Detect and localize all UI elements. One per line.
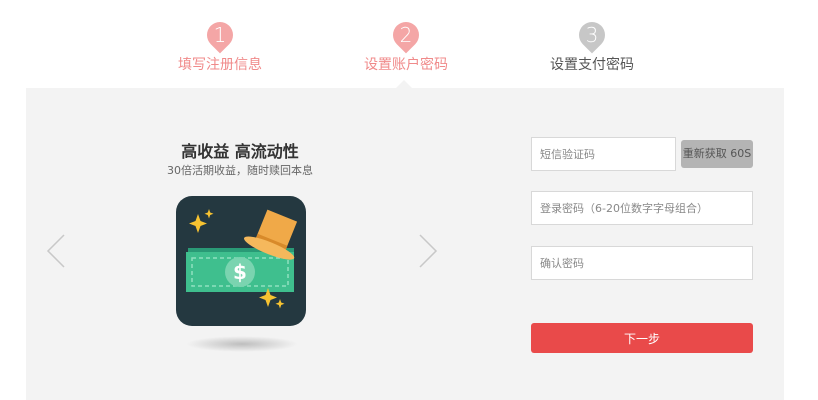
step-3: 3 设置支付密码 <box>502 16 682 74</box>
login-password-input[interactable] <box>531 191 753 225</box>
step-1-number: 1 <box>213 23 227 47</box>
step-1-marker-icon: 1 <box>201 16 239 56</box>
step-2-number: 2 <box>399 23 413 47</box>
money-hat-icon: $ <box>176 196 306 326</box>
next-step-button[interactable]: 下一步 <box>531 323 753 353</box>
resend-code-button[interactable]: 重新获取 60S <box>681 140 753 168</box>
step-3-label: 设置支付密码 <box>550 57 634 73</box>
chevron-left-icon[interactable] <box>46 234 66 268</box>
sms-code-input[interactable] <box>531 137 676 171</box>
confirm-password-input[interactable] <box>531 246 753 280</box>
promo-title: 高收益 高流动性 <box>181 142 299 161</box>
step-2-marker-icon: 2 <box>387 16 425 56</box>
svg-text:$: $ <box>233 260 247 284</box>
step-1-label: 填写注册信息 <box>178 57 262 73</box>
step-3-number: 3 <box>585 23 599 47</box>
chevron-right-icon[interactable] <box>418 234 438 268</box>
icon-shadow <box>186 336 298 352</box>
promo-subtitle: 30倍活期收益，随时赎回本息 <box>167 164 313 177</box>
step-2: 2 设置账户密码 <box>316 16 496 74</box>
step-2-label: 设置账户密码 <box>364 57 448 73</box>
form-panel <box>26 88 784 400</box>
step-3-marker-icon: 3 <box>573 16 611 56</box>
step-1: 1 填写注册信息 <box>130 16 310 74</box>
